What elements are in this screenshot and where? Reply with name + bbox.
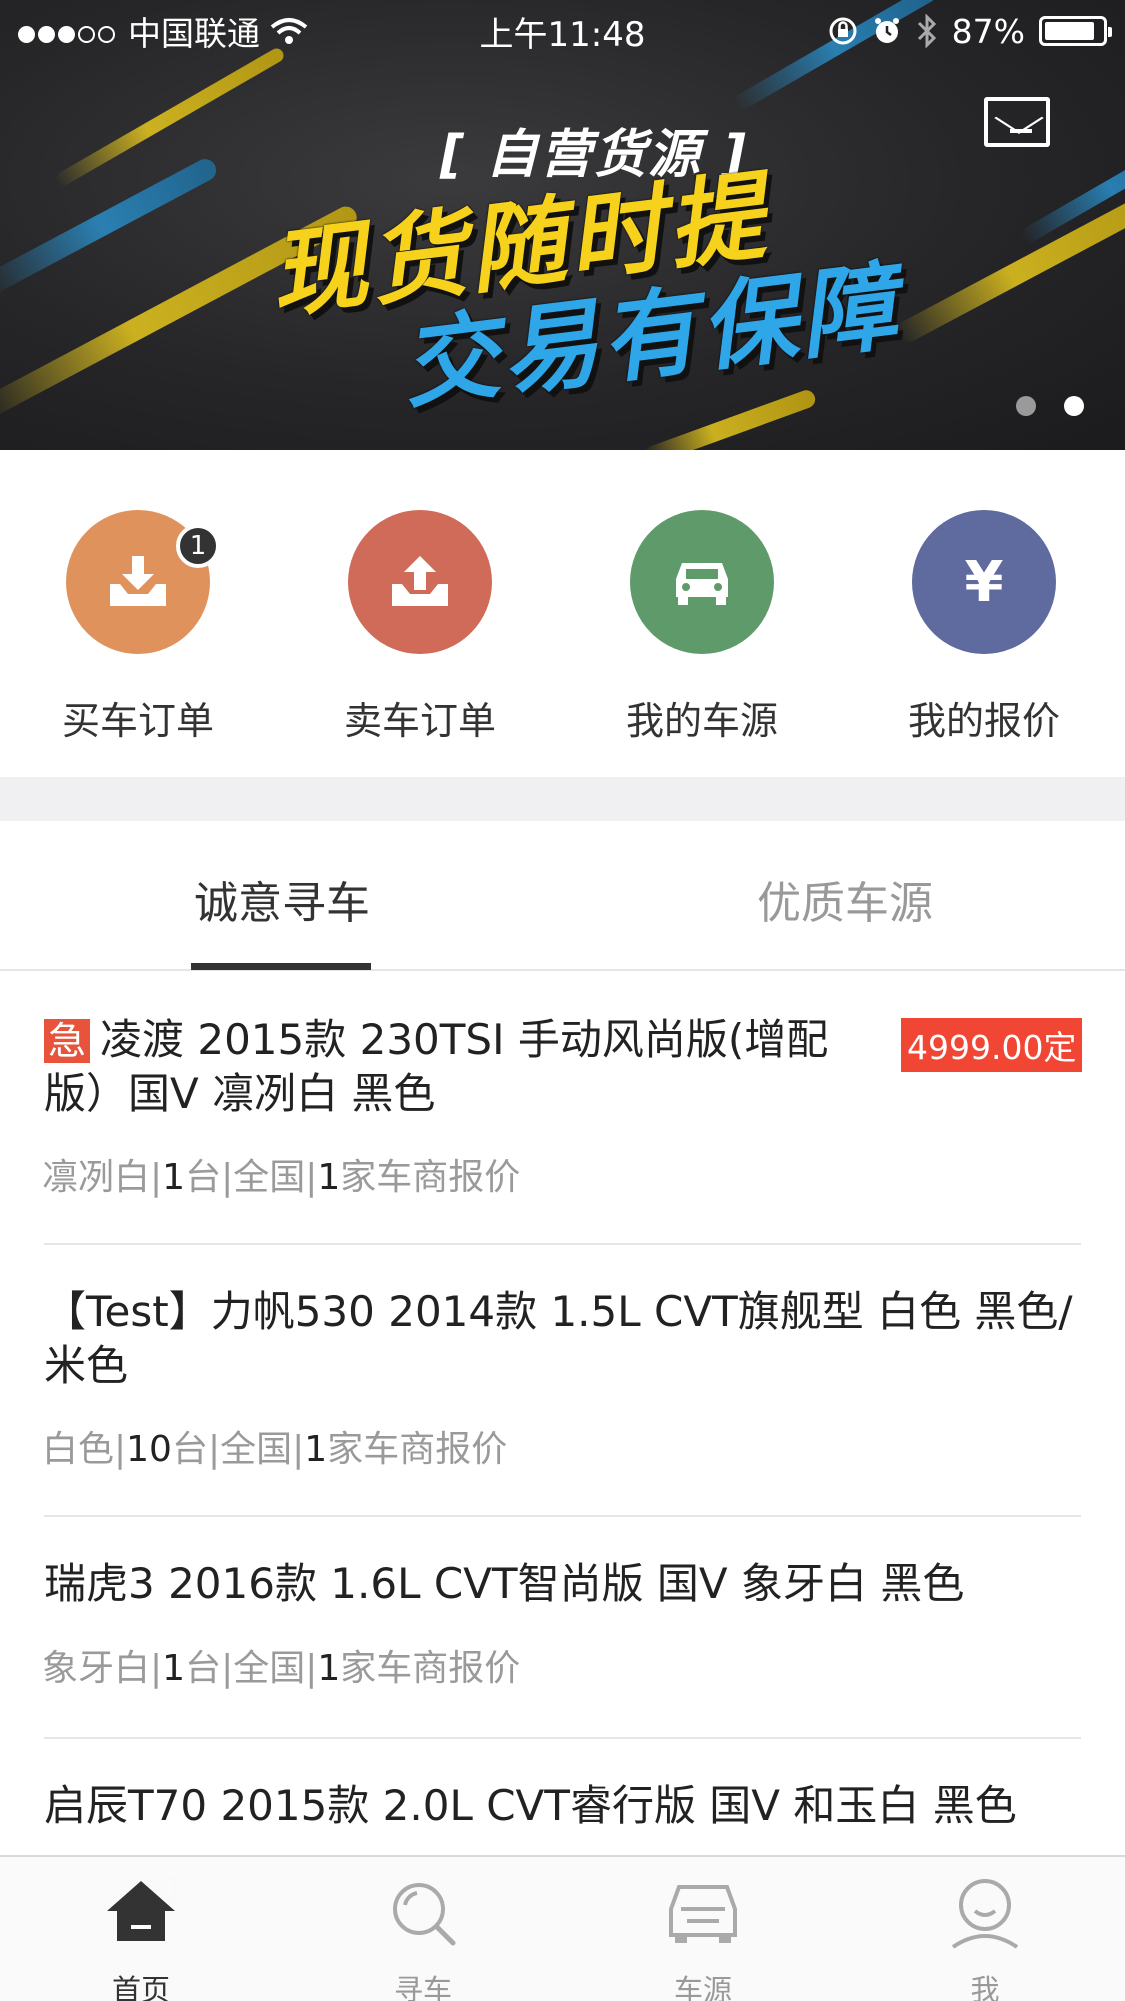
listing-meta: 白色|10台|全国|1家车商报价 [42, 1429, 508, 1470]
list-item[interactable]: 瑞虎3 2016款 1.6L CVT智尚版 国V 象牙白 黑色 象牙白|1台|全… [0, 1517, 1125, 1739]
status-bar: 中国联通 上午11:48 87% [0, 0, 1125, 62]
tabbar-item-home[interactable]: 首页 [66, 1875, 216, 2001]
battery-icon [1039, 16, 1112, 46]
clock: 上午11:48 [479, 14, 646, 55]
banner-streak [0, 155, 220, 297]
meta-color: 凛冽白 [42, 1157, 151, 1198]
active-tab-indicator [191, 963, 371, 970]
tabbar-label: 我 [970, 1973, 1000, 2001]
listing-title: 急凌渡 2015款 230TSI 手动风尚版(增配版）国V 凛冽白 黑色 [44, 1013, 864, 1121]
meta-count-unit: 台 [185, 1157, 222, 1198]
car-icon [676, 563, 728, 605]
quick-action-circle: ¥ [912, 510, 1056, 654]
meta-count: 1 [162, 1157, 186, 1198]
meta-region: 全国 [220, 1429, 293, 1470]
meta-count-unit: 台 [185, 1648, 222, 1689]
listing-title: 瑞虎3 2016款 1.6L CVT智尚版 国V 象牙白 黑色 [44, 1559, 965, 1608]
tab-quality-sources[interactable]: 优质车源 [757, 867, 933, 931]
price-tag: 4999.00定 [901, 1018, 1083, 1072]
mail-icon[interactable] [984, 97, 1050, 147]
meta-count: 10 [126, 1429, 172, 1470]
notification-badge: 1 [176, 524, 220, 568]
carousel-dot[interactable] [1016, 396, 1036, 416]
meta-dealers-suffix: 家车商报价 [340, 1648, 521, 1689]
carrier-name: 中国联通 [128, 14, 260, 53]
bottom-tab-bar: 首页 寻车 车源 我 [0, 1855, 1125, 2001]
tabbar-label: 首页 [111, 1973, 170, 2001]
section-separator [0, 777, 1125, 821]
quick-action-label: 我的车源 [625, 699, 778, 743]
quick-action-circle [630, 510, 774, 654]
listing-list: 急凌渡 2015款 230TSI 手动风尚版(增配版）国V 凛冽白 黑色 499… [0, 973, 1125, 1939]
meta-dealers-suffix: 家车商报价 [327, 1429, 508, 1470]
quick-action-sell-orders[interactable]: 卖车订单 [310, 510, 530, 745]
tabbar-item-search[interactable]: 寻车 [348, 1875, 498, 2001]
meta-dealers: 1 [304, 1429, 328, 1470]
meta-color: 象牙白 [42, 1648, 151, 1689]
meta-region: 全国 [233, 1157, 306, 1198]
battery-percent: 87% [951, 11, 1025, 51]
quick-action-label: 我的报价 [907, 699, 1060, 743]
home-icon [103, 1875, 179, 1951]
list-item[interactable]: 【Test】力帆530 2014款 1.5L CVT旗舰型 白色 黑色/米色 白… [0, 1245, 1125, 1517]
quick-actions: 1 买车订单 卖车订单 我的车源 ¥ 我的报价 [0, 450, 1125, 777]
listing-tabs: 诚意寻车 优质车源 [0, 821, 1125, 971]
listing-title: 启辰T70 2015款 2.0L CVT睿行版 国V 和玉白 黑色 [44, 1781, 1017, 1830]
tabbar-label: 车源 [673, 1973, 732, 2001]
download-tray-icon [110, 556, 166, 606]
quick-action-label: 卖车订单 [343, 699, 496, 743]
upload-tray-icon [392, 556, 448, 606]
urgent-badge: 急 [44, 1019, 91, 1063]
person-icon [947, 1875, 1023, 1951]
listing-meta: 象牙白|1台|全国|1家车商报价 [42, 1648, 521, 1689]
tabbar-label: 寻车 [393, 1973, 452, 2001]
promo-banner[interactable]: [ 自营货源 ] 现货随时提 交易有保障 [0, 0, 1125, 450]
bluetooth-icon [917, 14, 936, 48]
meta-color: 白色 [42, 1429, 115, 1470]
quick-action-my-quotes[interactable]: ¥ 我的报价 [874, 510, 1094, 745]
meta-count: 1 [162, 1648, 186, 1689]
rotation-lock-icon [829, 17, 857, 45]
list-item[interactable]: 急凌渡 2015款 230TSI 手动风尚版(增配版）国V 凛冽白 黑色 499… [0, 973, 1125, 1245]
quick-action-buy-orders[interactable]: 1 买车订单 [28, 510, 248, 745]
tab-sincere-search[interactable]: 诚意寻车 [194, 867, 370, 931]
listing-title-text: 凌渡 2015款 230TSI 手动风尚版(增配版）国V 凛冽白 黑色 [44, 1015, 829, 1118]
quick-action-my-cars[interactable]: 我的车源 [592, 510, 812, 745]
carousel-dot-active[interactable] [1064, 396, 1084, 416]
search-icon [385, 1875, 461, 1951]
meta-region: 全国 [233, 1648, 306, 1689]
battery-fill [1045, 22, 1094, 40]
alarm-icon [874, 18, 899, 43]
car-outline-icon [665, 1875, 741, 1951]
quick-action-circle: 1 [66, 510, 220, 654]
tabbar-item-me[interactable]: 我 [910, 1875, 1060, 2001]
listing-meta: 凛冽白|1台|全国|1家车商报价 [42, 1157, 521, 1198]
banner-streak [53, 45, 287, 189]
wifi-icon [270, 18, 308, 44]
listing-title: 【Test】力帆530 2014款 1.5L CVT旗舰型 白色 黑色/米色 [44, 1287, 1073, 1390]
quick-action-circle [348, 510, 492, 654]
yen-icon: ¥ [964, 549, 1004, 615]
tabbar-item-cars[interactable]: 车源 [628, 1875, 778, 2001]
meta-dealers: 1 [317, 1157, 341, 1198]
meta-dealers: 1 [317, 1648, 341, 1689]
quick-action-label: 买车订单 [61, 699, 214, 743]
signal-icon [18, 12, 118, 51]
meta-count-unit: 台 [171, 1429, 208, 1470]
meta-dealers-suffix: 家车商报价 [340, 1157, 521, 1198]
banner-streak [642, 387, 818, 450]
